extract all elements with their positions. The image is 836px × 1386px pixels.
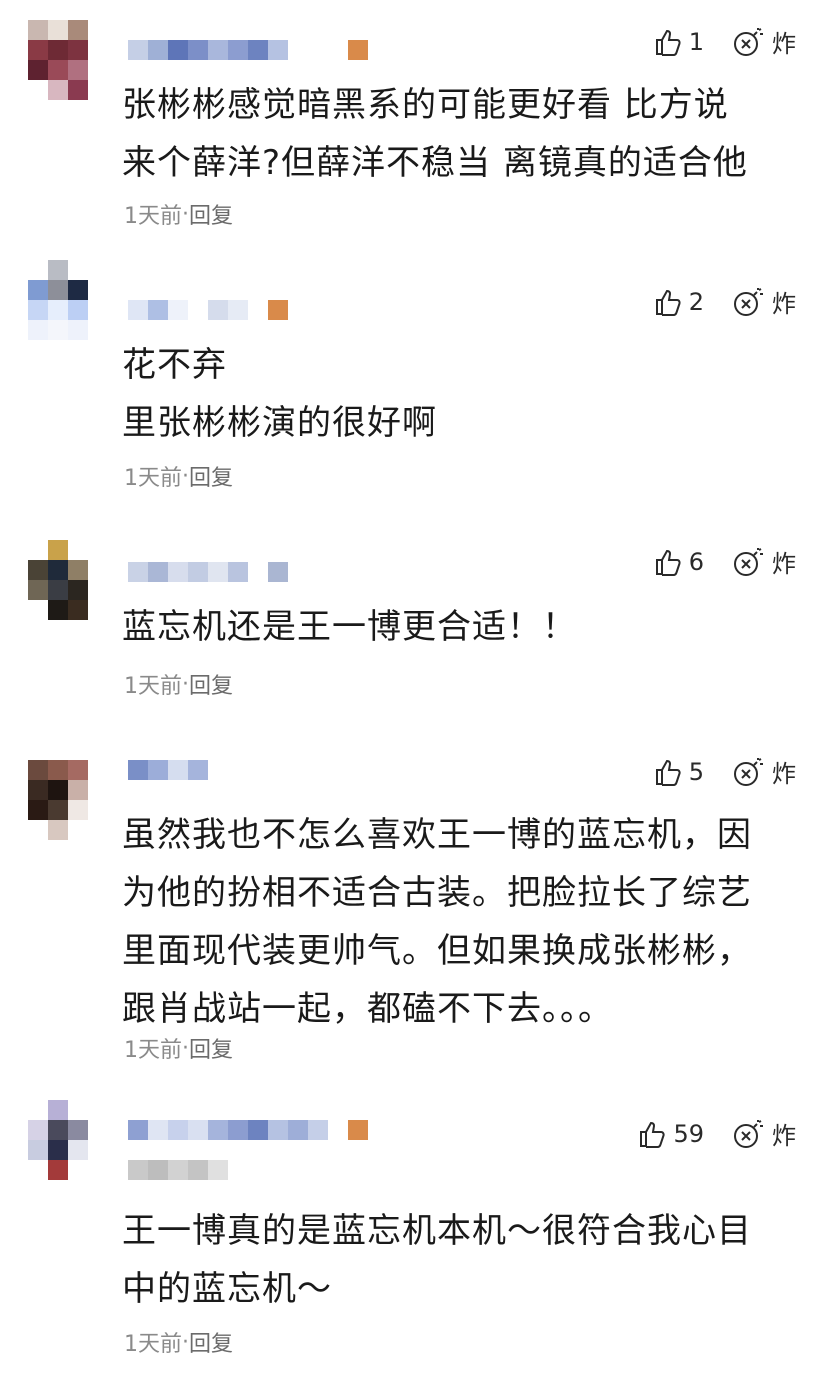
reply-button[interactable]: 回复 [189,1032,233,1064]
bomb-button[interactable]: 炸 [732,1116,796,1151]
username-blurred[interactable] [128,40,288,60]
separator-dot: · [182,1035,189,1061]
bomb-icon [732,547,766,577]
like-button[interactable]: 5 [653,757,704,787]
reply-button[interactable]: 回复 [189,668,233,700]
like-button[interactable]: 1 [653,27,704,57]
like-count: 2 [688,287,704,316]
thumbs-up-icon [637,1119,667,1149]
thumbs-up-icon [653,757,683,787]
reply-button[interactable]: 回复 [189,460,233,492]
comment-time: 1天前 [124,1332,182,1357]
comment-time: 1天前 [124,204,182,229]
thumbs-up-icon [653,547,683,577]
like-count: 59 [673,1119,704,1148]
reply-button[interactable]: 回复 [189,198,233,230]
like-button[interactable]: 59 [637,1119,704,1149]
comment-text: 虽然我也不怎么喜欢王一博的蓝忘机，因 为他的扮相不适合古装。把脸拉长了综艺 里面… [122,815,752,1029]
like-button[interactable]: 6 [653,547,704,577]
username-blurred[interactable] [128,300,248,320]
thumbs-up-icon [653,27,683,57]
comment-text: 花不弃 里张彬彬演的很好啊 [122,345,437,443]
avatar[interactable] [28,260,88,340]
separator-dot: · [182,201,189,227]
bomb-button[interactable]: 炸 [732,284,796,319]
bomb-label: 炸 [772,1122,796,1150]
username-blurred[interactable] [128,562,288,582]
comment-time: 1天前 [124,1038,182,1063]
like-count: 5 [688,757,704,786]
comment-text: 蓝忘机还是王一博更合适！！ [122,607,577,647]
bomb-label: 炸 [772,760,796,788]
level-badge [348,40,368,60]
bomb-icon [732,757,766,787]
like-count: 6 [688,547,704,576]
username-blurred[interactable] [128,1120,328,1140]
bomb-icon [732,27,766,57]
avatar[interactable] [28,20,88,100]
avatar[interactable] [28,540,88,620]
level-badge [268,300,288,320]
like-count: 1 [688,27,704,56]
avatar[interactable] [28,1100,88,1180]
bomb-label: 炸 [772,550,796,578]
level-badge [348,1120,368,1140]
separator-dot: · [182,463,189,489]
username-blurred[interactable] [128,1160,228,1180]
comment-time: 1天前 [124,466,182,491]
bomb-label: 炸 [772,290,796,318]
bomb-icon [732,1119,766,1149]
bomb-label: 炸 [772,30,796,58]
comment-feed: 1 炸 张彬彬感觉暗黑系的可能更好看 比方说 来个薛洋?但薛洋不稳当 离镜真的适… [0,0,836,1386]
reply-button[interactable]: 回复 [189,1326,233,1358]
comment-text: 张彬彬感觉暗黑系的可能更好看 比方说 来个薛洋?但薛洋不稳当 离镜真的适合他 [122,85,748,183]
separator-dot: · [182,671,189,697]
bomb-button[interactable]: 炸 [732,754,796,789]
comment-time: 1天前 [124,674,182,699]
bomb-icon [732,287,766,317]
like-button[interactable]: 2 [653,287,704,317]
separator-dot: · [182,1329,189,1355]
bomb-button[interactable]: 炸 [732,24,796,59]
bomb-button[interactable]: 炸 [732,544,796,579]
avatar[interactable] [28,760,88,840]
thumbs-up-icon [653,287,683,317]
comment-text: 王一博真的是蓝忘机本机～很符合我心目 中的蓝忘机～ [122,1211,752,1309]
username-blurred[interactable] [128,760,208,780]
